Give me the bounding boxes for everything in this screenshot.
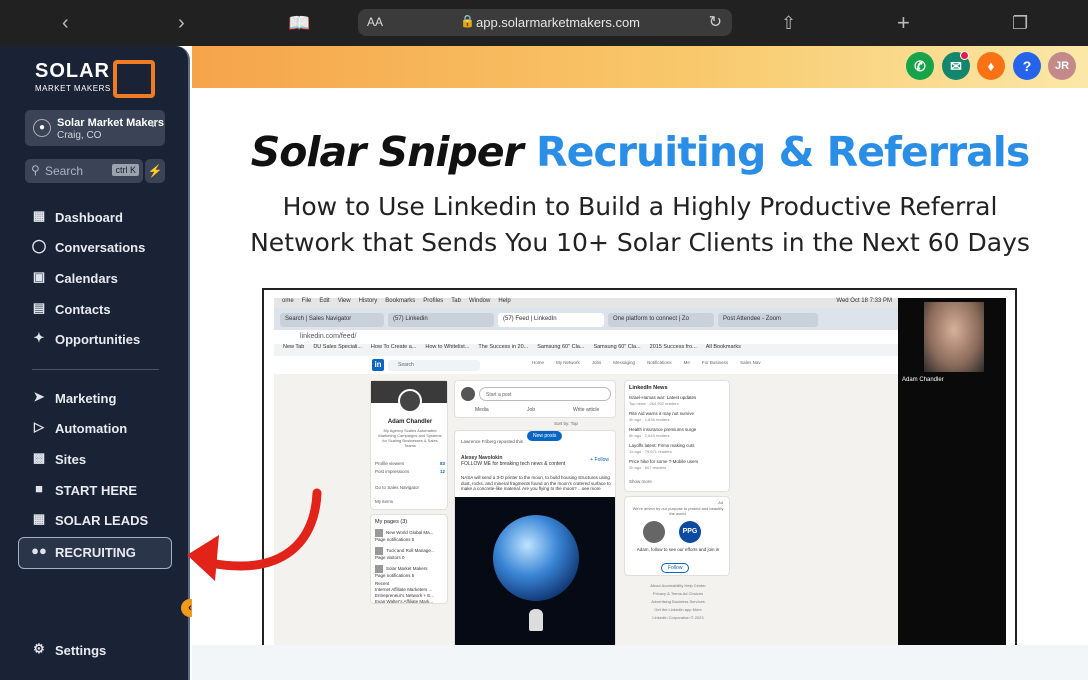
linkedin-profile-card: Adam Chandler My Agency Scales Automated… <box>370 380 448 510</box>
sidebar-item-solar-leads[interactable]: ▦ SOLAR LEADS <box>30 510 180 532</box>
sidebar-item-start-here[interactable]: ■ START HERE <box>30 480 180 502</box>
search-shortcut: ctrl K <box>112 164 139 176</box>
linkedin-footer: About Accessibility Help Center Privacy … <box>650 583 706 620</box>
presenter-webcam: Adam Chandler <box>898 298 1006 648</box>
content-footer-strip <box>192 645 1088 680</box>
contacts-icon: ▤ <box>32 300 46 315</box>
text-size-button[interactable]: AA <box>367 15 383 29</box>
send-icon: ➤ <box>33 389 45 404</box>
location-avatar-icon: ● <box>33 119 51 137</box>
address-bar[interactable]: AA 🔒 app.solarmarketmakers.com ↻ <box>358 9 732 36</box>
opportunities-icon: ✦ <box>33 330 45 345</box>
sidebar-item-calendars[interactable]: ▣ Calendars <box>30 268 180 290</box>
account-switcher[interactable]: ● Solar Market Makers Craig, CO ⇵ <box>25 110 165 146</box>
logo[interactable]: SOLAR MARKET MAKERS <box>35 60 155 98</box>
account-name: Solar Market Makers <box>57 117 164 129</box>
linkedin-logo-icon: in <box>372 359 384 371</box>
sidebar-item-sites[interactable]: ▩ Sites <box>30 449 180 471</box>
linkedin-feed-post: New posts Lawrence Friberg reposted this… <box>454 430 616 648</box>
bell-icon[interactable]: ♦ <box>977 52 1005 80</box>
embedded-tab: (57) Linkedin <box>388 313 494 327</box>
page-subtitle: How to Use Linkedin to Build a Highly Pr… <box>250 192 1030 257</box>
sidebar-item-contacts[interactable]: ▤ Contacts <box>30 299 180 321</box>
linkedin-pages-card: My pages (3) New World Global Ma... Page … <box>370 514 448 604</box>
profile-photo <box>398 389 422 413</box>
linkedin-search: Search <box>388 360 480 371</box>
embedded-tab: Search | Sales Navigator <box>280 313 384 327</box>
linkedin-ad-card: Ad We're driven by our purpose to protec… <box>624 496 730 576</box>
page-title: Solar Sniper Recruiting & Referrals <box>192 128 1088 176</box>
linkedin-header: in Search Home My Network Jobs Messaging Not… <box>274 356 898 374</box>
quick-actions-bolt-icon[interactable]: ⚡ <box>145 159 165 183</box>
sidebar: SOLAR MARKET MAKERS ● Solar Market Maker… <box>0 46 190 680</box>
browser-toolbar: ‹ › 📖 AA 🔒 app.solarmarketmakers.com ↻ ⇧… <box>0 0 1088 46</box>
embedded-tab: One platform to connect | Zo <box>608 313 714 327</box>
video-player[interactable]: ome File Edit View History Bookmarks Profiles T… <box>262 288 1017 650</box>
title-part2: Recruiting & Referrals <box>536 128 1030 176</box>
chevron-updown-icon: ⇵ <box>150 119 158 129</box>
embedded-tab: (57) Feed | LinkedIn <box>498 313 604 327</box>
lock-icon: 🔒 <box>460 14 475 28</box>
account-location: Craig, CO <box>57 130 102 141</box>
red-arrow-annotation <box>187 488 322 581</box>
sites-icon: ▩ <box>32 450 46 465</box>
new-tab-icon[interactable]: + <box>897 10 910 36</box>
post-image-earth <box>455 497 615 647</box>
embedded-bookmarks-bar: New Tab DU Sales Speciali... How To Create… <box>274 344 898 356</box>
tabs-overview-icon[interactable]: ❐ <box>1012 10 1028 36</box>
embedded-linkedin-page: in Search Home My Network Jobs Messaging Not… <box>274 356 898 648</box>
sidebar-item-recruiting[interactable]: ●● RECRUITING <box>30 542 180 564</box>
sidebar-item-automation[interactable]: ▷ Automation <box>30 418 180 440</box>
linkedin-news-card: LinkedIn News Israel-Hamas war: Latest u… <box>624 380 730 492</box>
users-icon: ●● <box>31 543 47 558</box>
logo-mark-icon <box>113 60 155 98</box>
sidebar-item-opportunities[interactable]: ✦ Opportunities <box>30 329 180 351</box>
embedded-tab-strip: Search | Sales Navigator (57) Linkedin (… <box>274 308 898 330</box>
sidebar-item-conversations[interactable]: ◯ Conversations <box>30 237 180 259</box>
linkedin-start-post: Start a post Media Job Write article <box>454 380 616 418</box>
sidebar-item-settings[interactable]: ⚙ Settings <box>30 640 180 662</box>
presenter-face <box>924 302 984 372</box>
embedded-address-bar: linkedin.com/feed/ <box>274 330 898 344</box>
search-icon: ⚲ <box>31 163 40 177</box>
notification-dot <box>960 51 969 60</box>
bookmarks-book-icon[interactable]: 📖 <box>288 10 310 36</box>
play-icon: ▷ <box>34 419 44 434</box>
logo-word: SOLAR <box>35 60 110 82</box>
main-content: Solar Sniper Recruiting & Referrals How … <box>192 88 1088 680</box>
chat-icon: ◯ <box>31 238 47 253</box>
help-button[interactable]: ? <box>1013 52 1041 80</box>
presenter-name: Adam Chandler <box>902 377 944 383</box>
mac-menu-bar: ome File Edit View History Bookmarks Profiles T… <box>274 298 898 308</box>
linkedin-nav: Home My Network Jobs Messaging Notifications… <box>532 360 761 365</box>
user-avatar[interactable]: JR <box>1048 52 1076 80</box>
title-part1: Solar Sniper <box>250 128 524 176</box>
leads-icon: ▦ <box>32 511 46 526</box>
logo-sub: MARKET MAKERS <box>35 84 111 93</box>
search-placeholder: Search <box>45 164 84 178</box>
video-icon: ■ <box>35 481 43 496</box>
grid-icon: ▦ <box>32 208 46 223</box>
calendar-icon: ▣ <box>32 269 46 284</box>
phone-icon[interactable]: ✆ <box>906 52 934 80</box>
mac-clock: Wed Oct 18 7:33 PM <box>836 298 892 304</box>
share-icon[interactable]: ⇧ <box>781 10 796 36</box>
url-text[interactable]: app.solarmarketmakers.com <box>476 15 640 30</box>
forward-icon[interactable]: › <box>178 10 185 36</box>
back-icon[interactable]: ‹ <box>62 10 69 36</box>
sidebar-item-dashboard[interactable]: ▦ Dashboard <box>30 207 180 229</box>
gear-icon: ⚙ <box>33 641 45 656</box>
embedded-tab: Post Attendee - Zoom <box>718 313 818 327</box>
search-input[interactable]: ⚲ Search ctrl K <box>25 159 143 183</box>
sidebar-divider <box>32 369 159 370</box>
sidebar-item-marketing[interactable]: ➤ Marketing <box>30 388 180 410</box>
reload-icon[interactable]: ↻ <box>709 12 722 32</box>
